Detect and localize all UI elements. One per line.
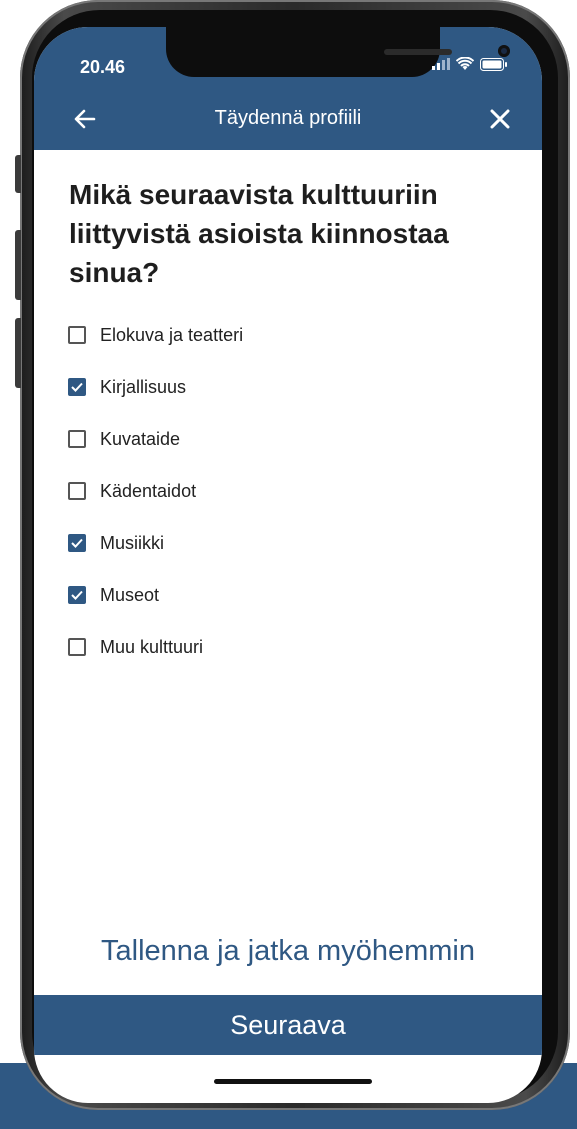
checkmark-icon [71,590,83,600]
battery-icon [480,57,507,71]
phone-screen: 20.46 Täydennä profiili Mikä seuraavista… [34,27,542,1103]
checkbox[interactable] [68,638,86,656]
checkbox[interactable] [68,586,86,604]
option-label: Kädentaidot [100,480,197,501]
interest-options: Elokuva ja teatteri Kirjallisuus Kuvatai… [68,309,243,673]
status-bar: 20.46 [34,27,542,87]
option-label: Muu kulttuuri [100,636,204,657]
option-label: Kuvataide [100,428,181,449]
option-item[interactable]: Kuvataide [68,413,243,465]
status-icons [432,57,508,71]
home-indicator [214,1079,372,1084]
volume-down-button [15,318,21,388]
checkbox[interactable] [68,482,86,500]
option-item[interactable]: Kirjallisuus [68,361,243,413]
option-item[interactable]: Kädentaidot [68,465,243,517]
checkbox[interactable] [68,534,86,552]
status-time: 20.46 [80,57,126,77]
option-label: Kirjallisuus [100,376,187,397]
speaker-grille [384,49,452,55]
option-item[interactable]: Muu kulttuuri [68,621,243,673]
checkbox[interactable] [68,430,86,448]
checkmark-icon [71,538,83,548]
option-label: Museot [100,584,160,605]
stage: 20.46 Täydennä profiili Mikä seuraavista… [0,0,577,1129]
option-item[interactable]: Musiikki [68,517,243,569]
option-label: Musiikki [100,532,165,553]
signal-icon [432,58,450,70]
volume-up-button [15,230,21,300]
checkbox[interactable] [68,378,86,396]
question-heading: Mikä seuraavista kulttuuriin liittyvistä… [69,179,449,288]
close-icon[interactable] [488,107,512,131]
mute-switch [15,155,21,193]
next-button[interactable]: Seuraava [34,995,542,1055]
option-item[interactable]: Elokuva ja teatteri [68,309,243,361]
option-label: Elokuva ja teatteri [100,324,244,345]
notch [166,27,510,77]
front-camera [498,45,510,57]
option-item[interactable]: Museot [68,569,243,621]
wifi-icon [456,57,474,70]
checkmark-icon [71,382,83,392]
app-header: Täydennä profiili [34,87,542,150]
page-title: Täydennä profiili [214,107,362,129]
save-and-continue-later-link[interactable]: Tallenna ja jatka myöhemmin [34,935,542,968]
checkbox[interactable] [68,326,86,344]
